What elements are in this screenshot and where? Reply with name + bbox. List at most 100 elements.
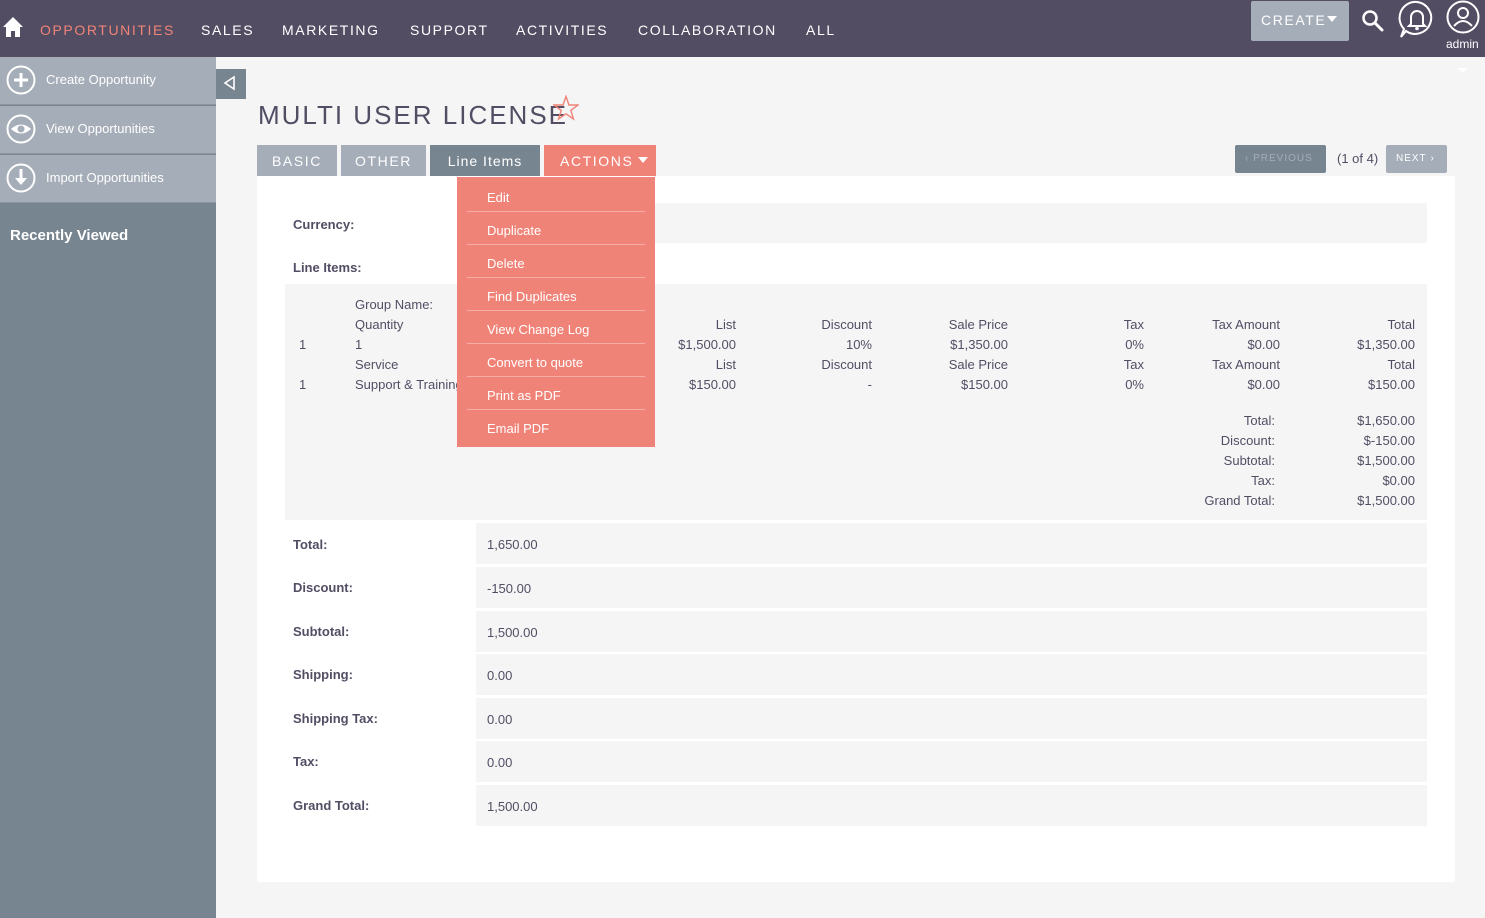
sidebar-view-opportunities[interactable]: View Opportunities (0, 106, 216, 154)
grand-total-label: Grand Total: (293, 798, 370, 813)
sidebar-action-label: View Opportunities (46, 121, 155, 136)
favorite-star-icon[interactable] (553, 95, 579, 121)
menu-item-edit[interactable]: Edit (467, 179, 645, 212)
download-arrow-icon (6, 163, 36, 193)
tax-field-value: 0.00 (476, 741, 1427, 782)
sidebar-create-opportunity[interactable]: Create Opportunity (0, 57, 216, 105)
nav-sales[interactable]: SALES (201, 22, 254, 38)
menu-item-duplicate[interactable]: Duplicate (467, 212, 645, 245)
total-field-value: 1,650.00 (476, 523, 1427, 564)
discount-value: - (867, 377, 872, 392)
chevron-down-icon (1327, 16, 1337, 22)
sidebar-action-label: Import Opportunities (46, 170, 164, 185)
summary-total-value: $1,650.00 (1357, 413, 1415, 428)
shipping-label: Shipping: (293, 667, 353, 682)
discount-header: Discount (821, 357, 872, 372)
create-button-label: CREATE (1261, 12, 1327, 28)
tax-header: Tax (1123, 357, 1144, 372)
sidebar-import-opportunities[interactable]: Import Opportunities (0, 155, 216, 203)
create-button[interactable]: CREATE (1251, 1, 1349, 41)
previous-button[interactable]: ‹ PREVIOUS (1235, 145, 1326, 173)
tab-basic[interactable]: BASIC (257, 145, 337, 176)
shipping-tax-label: Shipping Tax: (293, 711, 378, 726)
total-header: Total (1387, 357, 1415, 372)
tab-other[interactable]: OTHER (341, 145, 426, 176)
total-label: Total: (293, 537, 328, 552)
summary-subtotal-label: Subtotal: (1223, 453, 1275, 468)
sale-price-value: $1,350.00 (950, 337, 1008, 352)
tax-amount-header: Tax Amount (1212, 317, 1280, 332)
summary-total-label: Total: (1243, 413, 1275, 428)
nav-activities[interactable]: ACTIVITIES (516, 22, 608, 38)
discount-value: 10% (845, 337, 872, 352)
shipping-field-value: 0.00 (476, 654, 1427, 695)
actions-menu-label: ACTIONS (560, 153, 634, 169)
recently-viewed-heading: Recently Viewed (10, 227, 129, 244)
subtotal-label: Subtotal: (293, 624, 350, 639)
chevron-left-icon: ‹ (1245, 153, 1254, 164)
tax-amount-value: $0.00 (1247, 377, 1280, 392)
menu-item-print-as-pdf[interactable]: Print as PDF (467, 377, 645, 410)
subtotal-field-value: 1,500.00 (476, 611, 1427, 652)
next-label: NEXT (1396, 153, 1427, 164)
triangle-left-icon (223, 75, 235, 91)
sale-price-value: $150.00 (961, 377, 1008, 392)
summary-grand-total-value: $1,500.00 (1357, 493, 1415, 508)
tax-amount-value: $0.00 (1247, 337, 1280, 352)
summary-discount-label: Discount: (1220, 433, 1275, 448)
tab-line-items[interactable]: Line Items (430, 145, 540, 176)
menu-item-find-duplicates[interactable]: Find Duplicates (467, 278, 645, 311)
user-name[interactable]: admin (1446, 37, 1479, 51)
summary-grand-total-label: Grand Total: (1204, 493, 1275, 508)
chevron-right-icon: › (1426, 153, 1435, 164)
menu-item-delete[interactable]: Delete (467, 245, 645, 278)
sale-price-header: Sale Price (948, 317, 1008, 332)
nav-opportunities[interactable]: OPPORTUNITIES (40, 22, 175, 38)
service-header: Service (355, 357, 399, 372)
menu-item-email-pdf[interactable]: Email PDF (467, 410, 645, 443)
menu-item-convert-to-quote[interactable]: Convert to quote (467, 344, 645, 377)
summary-tax-value: $0.00 (1382, 473, 1415, 488)
actions-menu-button[interactable]: ACTIONS (544, 145, 656, 176)
tax-header: Tax (1123, 317, 1144, 332)
bell-icon[interactable] (1398, 0, 1436, 40)
discount-field-value: -150.00 (476, 567, 1427, 608)
nav-all[interactable]: ALL (806, 22, 836, 38)
sidebar: Create Opportunity View Opportunities Im… (0, 57, 216, 918)
line-items-label: Line Items: (293, 260, 362, 275)
grand-total-field-value: 1,500.00 (476, 785, 1427, 826)
row-index: 1 (299, 377, 307, 392)
summary-discount-value: $-150.00 (1363, 433, 1415, 448)
eye-icon (6, 114, 36, 144)
chevron-down-icon (638, 157, 648, 163)
tax-value: 0% (1125, 377, 1144, 392)
tax-amount-header: Tax Amount (1212, 357, 1280, 372)
pager-count: (1 of 4) (1337, 151, 1379, 166)
nav-collaboration[interactable]: COLLABORATION (638, 22, 777, 38)
search-icon[interactable] (1360, 8, 1384, 32)
user-avatar-icon[interactable] (1446, 0, 1480, 34)
sidebar-action-label: Create Opportunity (46, 72, 156, 87)
row-index: 1 (299, 337, 307, 352)
tax-value: 0% (1125, 337, 1144, 352)
previous-label: PREVIOUS (1253, 153, 1313, 164)
plus-circle-icon (6, 65, 36, 95)
total-value: $1,350.00 (1357, 337, 1415, 352)
actions-dropdown-menu: Edit Duplicate Delete Find Duplicates Vi… (457, 177, 655, 447)
home-icon[interactable] (2, 16, 24, 38)
menu-item-view-change-log[interactable]: View Change Log (467, 311, 645, 344)
nav-support[interactable]: SUPPORT (410, 22, 489, 38)
service-name: Support & Training (355, 377, 463, 392)
user-menu-chevron-icon[interactable] (1458, 68, 1468, 73)
summary-subtotal-value: $1,500.00 (1357, 453, 1415, 468)
tax-label: Tax: (293, 754, 319, 769)
total-value: $150.00 (1368, 377, 1415, 392)
sale-price-header: Sale Price (948, 357, 1008, 372)
sidebar-collapse-button[interactable] (216, 69, 246, 99)
nav-marketing[interactable]: MARKETING (282, 22, 380, 38)
next-button[interactable]: NEXT › (1386, 145, 1447, 173)
summary-tax-label: Tax: (1251, 473, 1275, 488)
shipping-tax-field-value: 0.00 (476, 698, 1427, 739)
currency-label: Currency: (293, 217, 355, 232)
discount-header: Discount (821, 317, 872, 332)
